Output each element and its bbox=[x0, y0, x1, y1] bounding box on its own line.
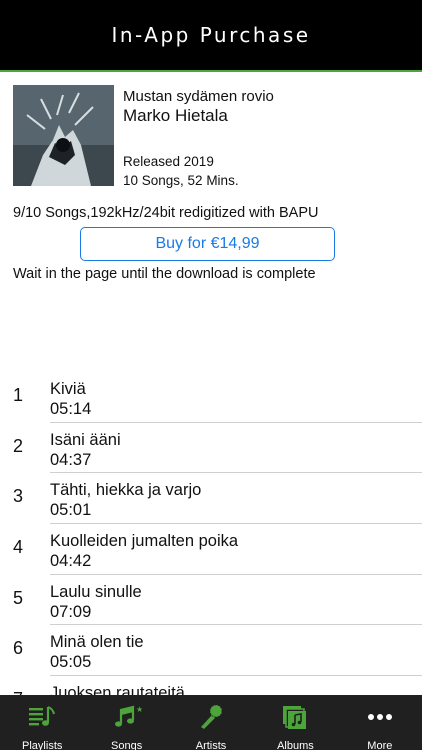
track-duration: 05:01 bbox=[50, 501, 92, 520]
track-title: Juoksen rautateitä bbox=[50, 684, 185, 695]
track-number: 6 bbox=[13, 638, 24, 659]
track-row[interactable]: 6 Minä olen tie 05:05 bbox=[13, 625, 422, 677]
buy-button[interactable]: Buy for €14,99 bbox=[80, 227, 335, 261]
tab-label: Artists bbox=[195, 740, 227, 750]
track-row[interactable]: 1 Kiviä 05:14 bbox=[13, 372, 422, 423]
tab-playlists[interactable]: Playlists bbox=[0, 695, 84, 750]
track-duration: 05:14 bbox=[50, 400, 92, 418]
albums-icon bbox=[280, 703, 310, 736]
tab-artists[interactable]: Artists bbox=[169, 695, 253, 750]
track-duration: 04:42 bbox=[50, 552, 92, 571]
album-cover-image bbox=[13, 85, 114, 186]
tab-albums[interactable]: Albums bbox=[253, 695, 337, 750]
artist-name[interactable]: Marko Hietala bbox=[123, 106, 228, 126]
track-list: 1 Kiviä 05:14 2 Isäni ääni 04:37 3 Tähti, hiekk… bbox=[0, 372, 422, 695]
microphone-icon bbox=[196, 703, 226, 736]
track-number: 5 bbox=[13, 587, 24, 608]
track-row[interactable]: 3 Tähti, hiekka ja varjo 05:01 bbox=[13, 473, 422, 525]
track-row[interactable]: 2 Isäni ääni 04:37 bbox=[13, 423, 422, 474]
track-duration: 05:05 bbox=[50, 653, 92, 672]
track-title: Kiviä bbox=[50, 380, 86, 398]
track-number: 4 bbox=[13, 537, 24, 558]
tab-label: Playlists bbox=[22, 740, 63, 750]
album-title: Mustan sydämen rovio bbox=[123, 88, 274, 105]
playlists-icon bbox=[27, 703, 57, 736]
track-title: Isäni ääni bbox=[50, 430, 121, 449]
track-title: Tähti, hiekka ja varjo bbox=[50, 481, 202, 500]
songs-icon: ★ bbox=[112, 703, 143, 736]
download-wait-note: Wait in the page until the download is c… bbox=[13, 266, 316, 282]
tab-label: Songs bbox=[111, 740, 143, 750]
track-row[interactable]: 5 Laulu sinulle 07:09 bbox=[13, 575, 422, 626]
track-title: Kuolleiden jumalten poika bbox=[50, 532, 239, 551]
track-duration: 04:37 bbox=[50, 450, 92, 469]
track-row[interactable]: 7Juoksen rautateitä bbox=[13, 676, 422, 695]
release-year: Released 2019 bbox=[123, 154, 214, 169]
quality-info: 9/10 Songs,192kHz/24bit redigitized with… bbox=[13, 205, 319, 221]
track-duration: 07:09 bbox=[50, 602, 92, 621]
tab-label: Albums bbox=[277, 740, 314, 750]
svg-text:★: ★ bbox=[136, 705, 142, 714]
track-number: 2 bbox=[13, 435, 24, 456]
tab-more[interactable]: More bbox=[338, 695, 422, 750]
tab-songs[interactable]: ★ Songs bbox=[84, 695, 168, 750]
nav-bar: In-App Purchase bbox=[0, 0, 422, 70]
track-number: 3 bbox=[13, 486, 24, 507]
album-header: Mustan sydämen rovio Marko Hietala Relea… bbox=[13, 85, 413, 188]
tab-bar: Playlists ★ Songs Artists Albums More bbox=[0, 695, 422, 750]
tab-label: More bbox=[367, 740, 393, 750]
track-number: 1 bbox=[13, 385, 24, 405]
nav-accent-divider bbox=[0, 70, 422, 72]
track-title: Laulu sinulle bbox=[50, 582, 142, 601]
songs-count: 10 Songs, 52 Mins. bbox=[123, 173, 239, 188]
page-title: In-App Purchase bbox=[111, 23, 311, 47]
track-row[interactable]: 4 Kuolleiden jumalten poika 04:42 bbox=[13, 524, 422, 575]
track-title: Minä olen tie bbox=[50, 633, 144, 652]
more-icon bbox=[365, 703, 395, 736]
